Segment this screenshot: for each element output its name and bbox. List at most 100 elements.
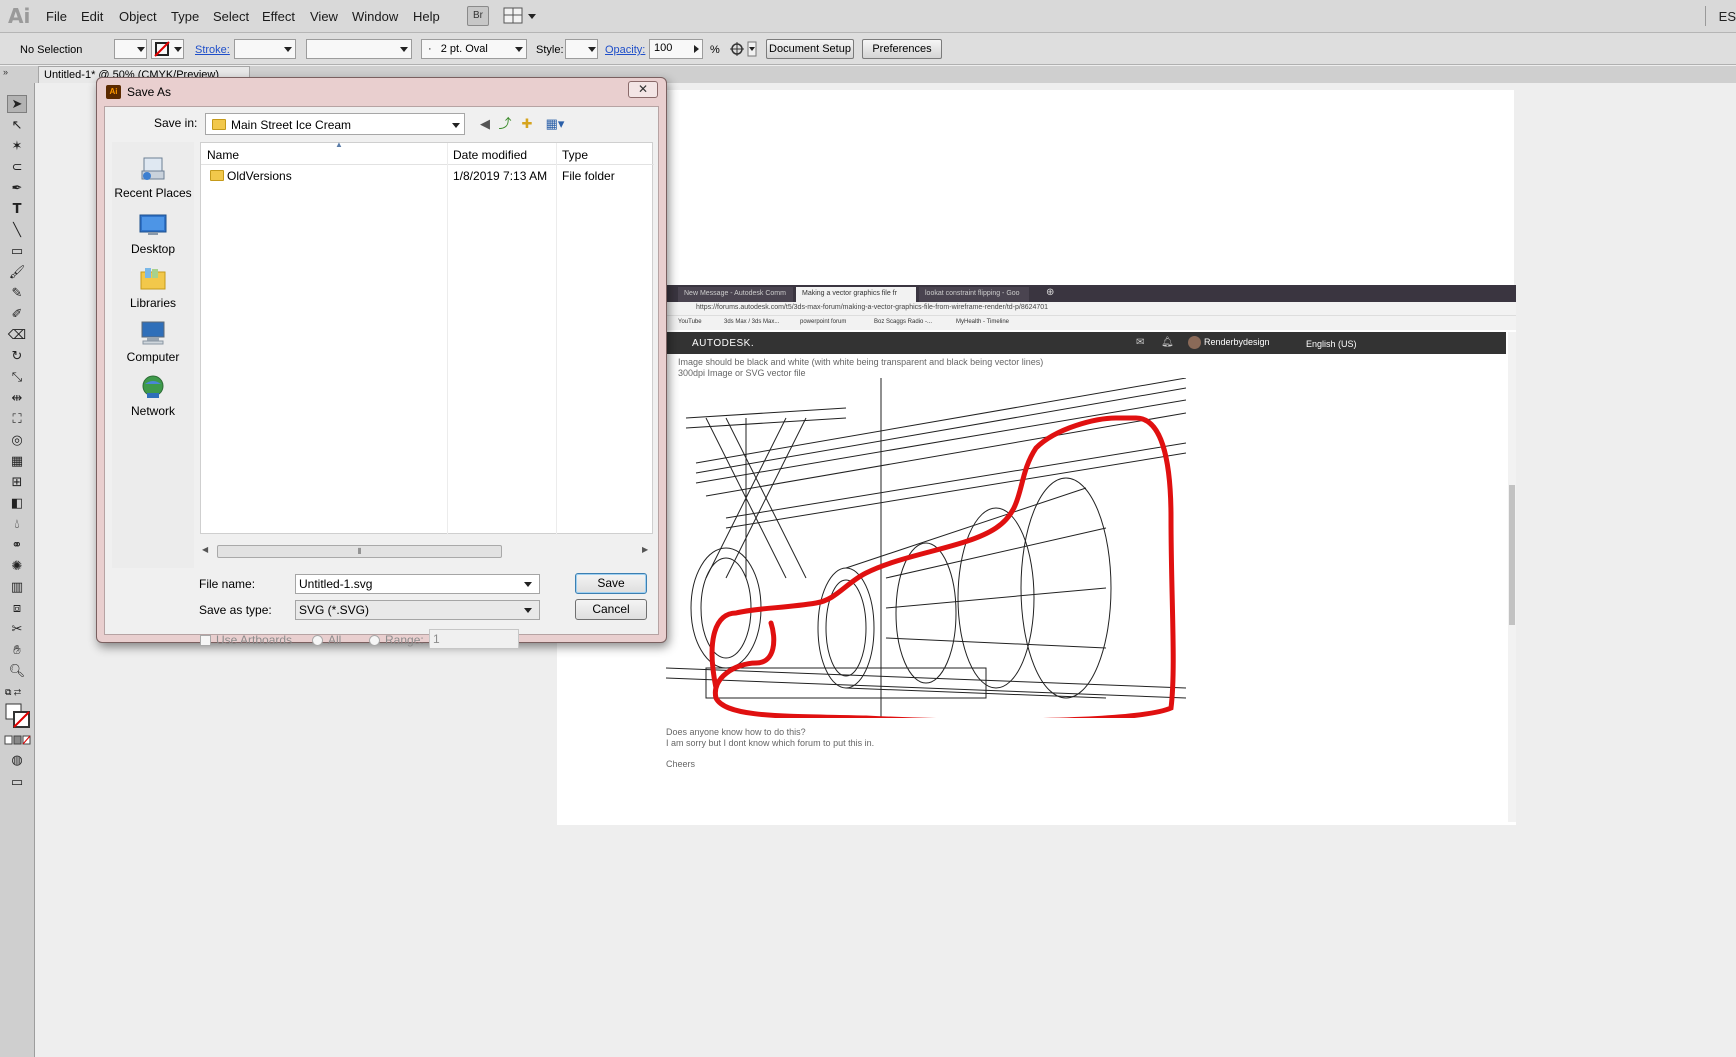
file-list[interactable]: Name ▲ Date modified Type OldVersions 1/…: [200, 140, 654, 535]
place-computer[interactable]: Computer: [112, 320, 194, 364]
width-tool-icon[interactable]: ⇹: [7, 389, 27, 407]
close-icon: ✕: [637, 82, 649, 96]
graph-tool-icon[interactable]: ▥: [7, 578, 27, 596]
zoom-tool-icon[interactable]: 🔍︎: [7, 662, 27, 680]
magic-wand-tool-icon[interactable]: ✶: [7, 137, 27, 155]
pencil-tool-icon[interactable]: ✎: [7, 284, 27, 302]
username: Renderbydesign: [1204, 337, 1270, 347]
up-one-level-icon[interactable]: ⤴: [496, 116, 514, 132]
use-artboards-checkbox[interactable]: [200, 635, 211, 646]
file-list-header: Name ▲ Date modified Type: [201, 140, 654, 165]
chevron-down-icon: [400, 47, 408, 52]
menu-edit[interactable]: Edit: [81, 9, 103, 24]
place-network[interactable]: Network: [112, 374, 194, 418]
shape-builder-tool-icon[interactable]: ◎: [7, 431, 27, 449]
chevron-down-icon: [515, 47, 523, 52]
swap-fill-stroke-icon[interactable]: ⧉ ⇄: [5, 687, 31, 699]
menu-help[interactable]: Help: [413, 9, 440, 24]
slice-tool-icon[interactable]: ✂: [7, 620, 27, 638]
place-desktop[interactable]: Desktop: [112, 212, 194, 256]
stroke-swatch[interactable]: [151, 39, 184, 59]
perspective-grid-tool-icon[interactable]: ▦: [7, 452, 27, 470]
document-setup-button[interactable]: Document Setup: [766, 39, 854, 59]
free-transform-tool-icon[interactable]: ⛶: [7, 410, 27, 428]
range-radio[interactable]: [369, 635, 380, 646]
rotate-tool-icon[interactable]: ↻: [7, 347, 27, 365]
paintbrush-tool-icon[interactable]: 🖌︎: [7, 263, 27, 281]
style-label: Style:: [536, 44, 564, 56]
column-divider: [447, 143, 448, 535]
scroll-left-icon[interactable]: ◀: [202, 545, 208, 554]
pen-tool-icon[interactable]: ✒: [7, 179, 27, 197]
arrange-documents-button[interactable]: [503, 7, 539, 25]
bridge-button[interactable]: Br: [467, 6, 489, 26]
menu-effect[interactable]: Effect: [262, 9, 295, 24]
column-date-modified[interactable]: Date modified: [453, 148, 527, 162]
place-libraries[interactable]: Libraries: [112, 266, 194, 310]
column-type[interactable]: Type: [562, 148, 588, 162]
line-tool-icon[interactable]: ╲: [7, 221, 27, 239]
gradient-tool-icon[interactable]: ◧: [7, 494, 27, 512]
menu-object[interactable]: Object: [119, 9, 157, 24]
libraries-icon: [140, 268, 166, 290]
save-as-type-dropdown[interactable]: SVG (*.SVG): [295, 600, 540, 620]
view-menu-icon[interactable]: ▦▾: [541, 116, 569, 132]
range-input[interactable]: 1: [429, 629, 519, 649]
back-icon[interactable]: ◀: [476, 116, 494, 132]
menu-file[interactable]: File: [46, 9, 67, 24]
chevron-down-icon: [524, 608, 532, 613]
preferences-button[interactable]: Preferences: [862, 39, 942, 59]
brush-definition[interactable]: · 2 pt. Oval: [421, 39, 527, 59]
save-button[interactable]: Save: [575, 573, 647, 594]
column-name[interactable]: Name: [207, 148, 239, 162]
collapse-panels-icon[interactable]: »: [3, 67, 8, 77]
screen-mode-icon[interactable]: ▭: [7, 773, 27, 791]
rectangle-tool-icon[interactable]: ▭: [7, 242, 27, 260]
color-mode-buttons[interactable]: [4, 734, 32, 746]
graphic-style-picker[interactable]: [565, 39, 598, 59]
file-row[interactable]: OldVersions 1/8/2019 7:13 AM File folder: [201, 166, 654, 186]
stroke-label[interactable]: Stroke:: [195, 44, 230, 56]
placed-browser-screenshot[interactable]: New Message - Autodesk Comm Making a vec…: [666, 285, 1516, 825]
menu-separator: [1705, 6, 1706, 26]
close-button[interactable]: ✕: [628, 81, 658, 98]
menu-view[interactable]: View: [310, 9, 338, 24]
fill-stroke-swatches[interactable]: [5, 703, 31, 729]
scroll-right-icon[interactable]: ▶: [642, 545, 648, 554]
variable-width-profile[interactable]: [306, 39, 412, 59]
opacity-field[interactable]: 100: [649, 39, 703, 59]
eyedropper-tool-icon[interactable]: 💧︎: [7, 515, 27, 533]
cancel-button[interactable]: Cancel: [575, 599, 647, 620]
stroke-weight-field[interactable]: [234, 39, 296, 59]
drawing-mode-icon[interactable]: ◍: [7, 751, 27, 769]
mesh-tool-icon[interactable]: ⊞: [7, 473, 27, 491]
scale-tool-icon[interactable]: ⤡: [7, 368, 27, 386]
menu-window[interactable]: Window: [352, 9, 398, 24]
blend-tool-icon[interactable]: ⚭: [7, 536, 27, 554]
opacity-label[interactable]: Opacity:: [605, 44, 645, 56]
artboard-tool-icon[interactable]: ⧈: [7, 599, 27, 617]
lasso-tool-icon[interactable]: ⊂: [7, 158, 27, 176]
place-label: Recent Places: [114, 186, 192, 200]
file-list-scrollbar[interactable]: ◀ ⦀ ▶: [200, 543, 653, 559]
direct-selection-tool-icon[interactable]: ↖: [7, 116, 27, 134]
type-tool-icon[interactable]: T: [7, 200, 27, 218]
workspace-switcher[interactable]: ES: [1719, 9, 1736, 24]
save-in-dropdown[interactable]: Main Street Ice Cream: [205, 113, 465, 135]
chevron-down-icon: [284, 47, 292, 52]
file-name-input[interactable]: Untitled-1.svg: [295, 574, 540, 594]
save-in-label: Save in:: [154, 116, 198, 130]
eraser-tool-icon[interactable]: ⌫: [7, 326, 27, 344]
new-folder-icon[interactable]: ✚: [518, 116, 536, 132]
symbol-sprayer-tool-icon[interactable]: ✺: [7, 557, 27, 575]
menu-type[interactable]: Type: [171, 9, 199, 24]
menu-select[interactable]: Select: [213, 9, 249, 24]
selection-tool-icon[interactable]: ➤: [7, 95, 27, 113]
all-radio[interactable]: [312, 635, 323, 646]
scrollbar-thumb[interactable]: ⦀: [217, 545, 502, 558]
fill-swatch[interactable]: [114, 39, 147, 59]
blob-brush-tool-icon[interactable]: ✐: [7, 305, 27, 323]
place-recent-places[interactable]: Recent Places: [112, 156, 194, 200]
hand-tool-icon[interactable]: ✋︎: [7, 641, 27, 659]
recolor-artwork-button[interactable]: [728, 40, 758, 58]
